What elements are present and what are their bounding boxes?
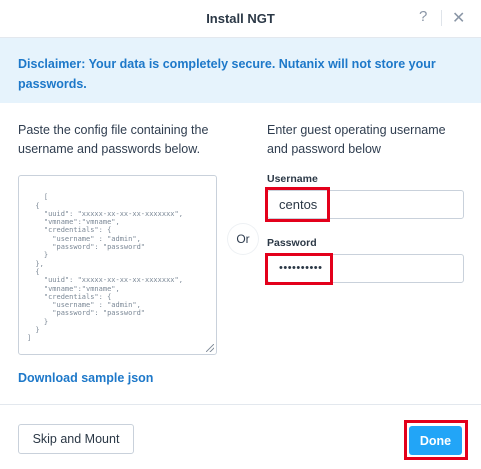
config-instructions: Paste the config file containing the use… bbox=[18, 123, 209, 156]
disclaimer-banner: Disclaimer: Your data is completely secu… bbox=[0, 38, 481, 103]
username-input[interactable]: centos bbox=[267, 190, 464, 219]
credentials-instructions: Enter guest operating username and passw… bbox=[267, 123, 446, 156]
password-label: Password bbox=[267, 237, 317, 249]
password-value: •••••••••• bbox=[279, 262, 323, 274]
header-divider bbox=[441, 10, 442, 26]
username-value: centos bbox=[279, 197, 318, 212]
dialog-header: Install NGT ? ✕ bbox=[0, 0, 481, 38]
help-icon[interactable]: ? bbox=[419, 8, 427, 25]
done-button[interactable]: Done bbox=[409, 426, 462, 455]
dialog-title: Install NGT bbox=[206, 11, 275, 26]
download-sample-json-link[interactable]: Download sample json bbox=[18, 371, 153, 385]
resize-handle-icon[interactable] bbox=[206, 344, 214, 352]
username-label: Username bbox=[267, 173, 318, 185]
install-ngt-dialog: Install NGT ? ✕ Disclaimer: Your data is… bbox=[0, 0, 481, 469]
config-json-text: [ { "uuid": "xxxxx-xx-xx-xx-xxxxxxx", "v… bbox=[27, 193, 183, 343]
dialog-footer: Skip and Mount Done bbox=[0, 404, 481, 469]
skip-and-mount-button[interactable]: Skip and Mount bbox=[18, 424, 134, 454]
password-input[interactable]: •••••••••• bbox=[267, 254, 464, 283]
close-icon[interactable]: ✕ bbox=[452, 8, 465, 28]
or-separator: Or bbox=[228, 224, 258, 254]
config-json-textarea[interactable]: [ { "uuid": "xxxxx-xx-xx-xx-xxxxxxx", "v… bbox=[18, 175, 217, 355]
